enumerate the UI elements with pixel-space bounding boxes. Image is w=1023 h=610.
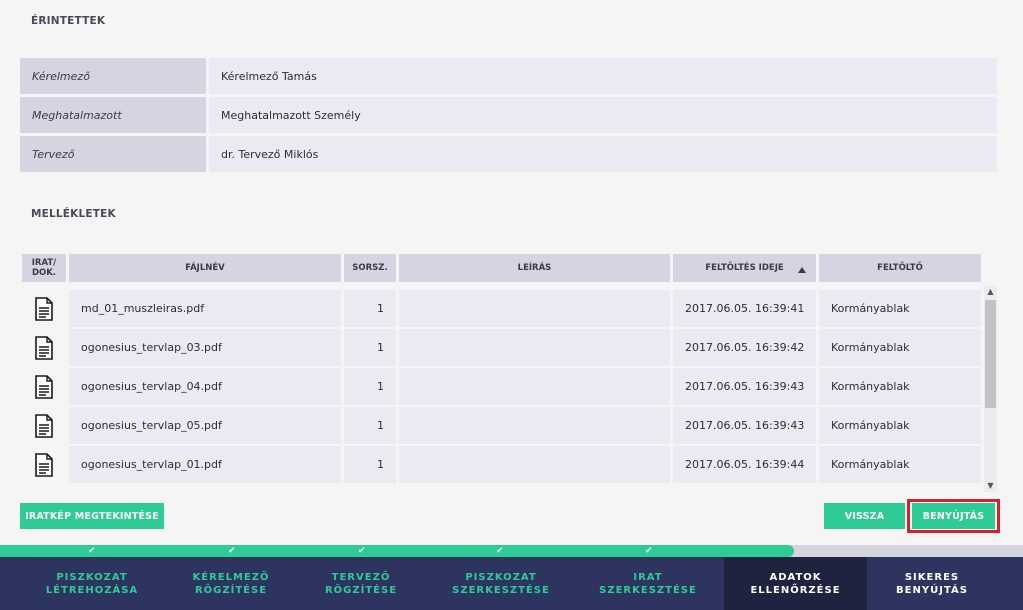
check-icon: ✔ [496,546,504,556]
table-row[interactable]: ogonesius_tervlap_04.pdf 1 2017.06.05. 1… [22,368,982,405]
cell-leiras [399,290,670,327]
cell-feltoltes-ideje: 2017.06.05. 16:39:44 [673,446,816,483]
section-title-mellekletek: MELLÉKLETEK [31,208,116,220]
scrollbar-thumb[interactable] [985,300,996,408]
cell-sorsz: 1 [344,290,396,327]
step-kerelmezo-rogzitese[interactable]: KÉRELMEZŐ RÖGZÍTÉSE [161,557,301,610]
wizard-stepper: PISZKOZAT LÉTREHOZÁSA KÉRELMEZŐ RÖGZÍTÉSE … [0,557,1023,610]
step-line1: KÉRELMEZŐ [192,571,270,583]
scroll-down-arrow-icon[interactable]: ▼ [984,480,997,492]
sort-ascending-icon [798,267,806,273]
table-row[interactable]: ogonesius_tervlap_01.pdf 1 2017.06.05. 1… [22,446,982,483]
party-row-meghatalmazott: Meghatalmazott Meghatalmazott Személy [20,97,997,133]
cell-sorsz: 1 [344,368,396,405]
step-line2: RÖGZÍTÉSE [194,584,268,596]
column-header-sorsz[interactable]: SORSZ. [344,254,396,282]
cell-feltoltes-ideje: 2017.06.05. 16:39:42 [673,329,816,366]
document-icon[interactable] [22,290,66,327]
cell-fajlnev: ogonesius_tervlap_04.pdf [69,368,341,405]
attachments-table-body: md_01_muszleiras.pdf 1 2017.06.05. 16:39… [22,290,982,486]
step-line1: PISZKOZAT [56,571,128,583]
table-row[interactable]: ogonesius_tervlap_03.pdf 1 2017.06.05. 1… [22,329,982,366]
scroll-up-arrow-icon[interactable]: ▲ [984,286,997,298]
step-sikeres-benyujtas[interactable]: SIKERES BENYÚJTÁS [862,557,1002,610]
check-icon: ✔ [645,546,653,556]
party-label: Meghatalmazott [20,97,206,133]
check-icon: ✔ [88,546,96,556]
cell-leiras [399,407,670,444]
cell-leiras [399,446,670,483]
cell-feltolto: Kormányablak [819,446,981,483]
cell-sorsz: 1 [344,446,396,483]
section-title-erintettek: ÉRINTETTEK [31,15,106,27]
check-icon: ✔ [228,546,236,556]
step-piszkozat-szerkesztese[interactable]: PISZKOZAT SZERKESZTÉSE [431,557,571,610]
step-line2: ELLENŐRZÉSE [750,584,841,596]
step-piszkozat-letrehozasa[interactable]: PISZKOZAT LÉTREHOZÁSA [22,557,162,610]
column-header-feltolto[interactable]: FELTÖLTŐ [819,254,981,282]
table-row[interactable]: md_01_muszleiras.pdf 1 2017.06.05. 16:39… [22,290,982,327]
column-header-feltoltes-ideje[interactable]: FELTÖLTÉS IDEJE [673,254,816,282]
party-row-tervezo: Tervező dr. Tervező Miklós [20,136,997,172]
column-header-irat[interactable]: IRAT/ DOK. [22,254,66,282]
step-line1: PISZKOZAT [465,571,537,583]
cell-sorsz: 1 [344,329,396,366]
cell-feltolto: Kormányablak [819,368,981,405]
progress-fill [0,545,794,557]
column-header-leiras[interactable]: LEÍRÁS [399,254,670,282]
cell-feltolto: Kormányablak [819,329,981,366]
party-value: Kérelmező Tamás [209,58,997,94]
cell-feltoltes-ideje: 2017.06.05. 16:39:43 [673,368,816,405]
cell-feltoltes-ideje: 2017.06.05. 16:39:41 [673,290,816,327]
step-line2: BENYÚJTÁS [896,584,968,596]
cell-leiras [399,329,670,366]
cell-fajlnev: md_01_muszleiras.pdf [69,290,341,327]
party-row-kerelmezo: Kérelmező Kérelmező Tamás [20,58,997,94]
party-label: Tervező [20,136,206,172]
column-header-label: FELTÖLTÉS IDEJE [705,263,784,273]
cell-fajlnev: ogonesius_tervlap_05.pdf [69,407,341,444]
step-line1: IRAT [633,571,663,583]
step-line2: LÉTREHOZÁSA [45,584,139,596]
party-value: dr. Tervező Miklós [209,136,997,172]
step-line1: SIKERES [904,571,960,583]
step-line1: ADATOK [769,571,822,583]
cell-feltolto: Kormányablak [819,290,981,327]
step-adatok-ellenorzese[interactable]: ADATOK ELLENŐRZÉSE [724,557,867,610]
step-line2: RÖGZÍTÉSE [324,584,398,596]
cell-fajlnev: ogonesius_tervlap_03.pdf [69,329,341,366]
column-header-fajlnev[interactable]: FÁJLNÉV [69,254,341,282]
step-line1: TERVEZŐ [331,571,391,583]
step-irat-szerkesztese[interactable]: IRAT SZERKESZTÉSE [578,557,718,610]
table-scrollbar[interactable]: ▲ ▼ [984,286,997,492]
document-icon[interactable] [22,407,66,444]
document-icon[interactable] [22,329,66,366]
cell-leiras [399,368,670,405]
iratkep-megtekintese-button[interactable]: IRATKÉP MEGTEKINTÉSE [20,503,164,529]
cell-fajlnev: ogonesius_tervlap_01.pdf [69,446,341,483]
party-value: Meghatalmazott Személy [209,97,997,133]
cell-feltoltes-ideje: 2017.06.05. 16:39:43 [673,407,816,444]
table-row[interactable]: ogonesius_tervlap_05.pdf 1 2017.06.05. 1… [22,407,982,444]
back-button[interactable]: VISSZA [824,503,905,529]
step-line2: SZERKESZTÉSE [599,584,697,596]
check-icon: ✔ [358,546,366,556]
document-icon[interactable] [22,446,66,483]
cell-feltolto: Kormányablak [819,407,981,444]
step-tervezo-rogzitese[interactable]: TERVEZŐ RÖGZÍTÉSE [291,557,431,610]
party-label: Kérelmező [20,58,206,94]
submit-button[interactable]: BENYÚJTÁS [912,503,995,529]
cell-sorsz: 1 [344,407,396,444]
document-icon[interactable] [22,368,66,405]
step-line2: SZERKESZTÉSE [452,584,550,596]
